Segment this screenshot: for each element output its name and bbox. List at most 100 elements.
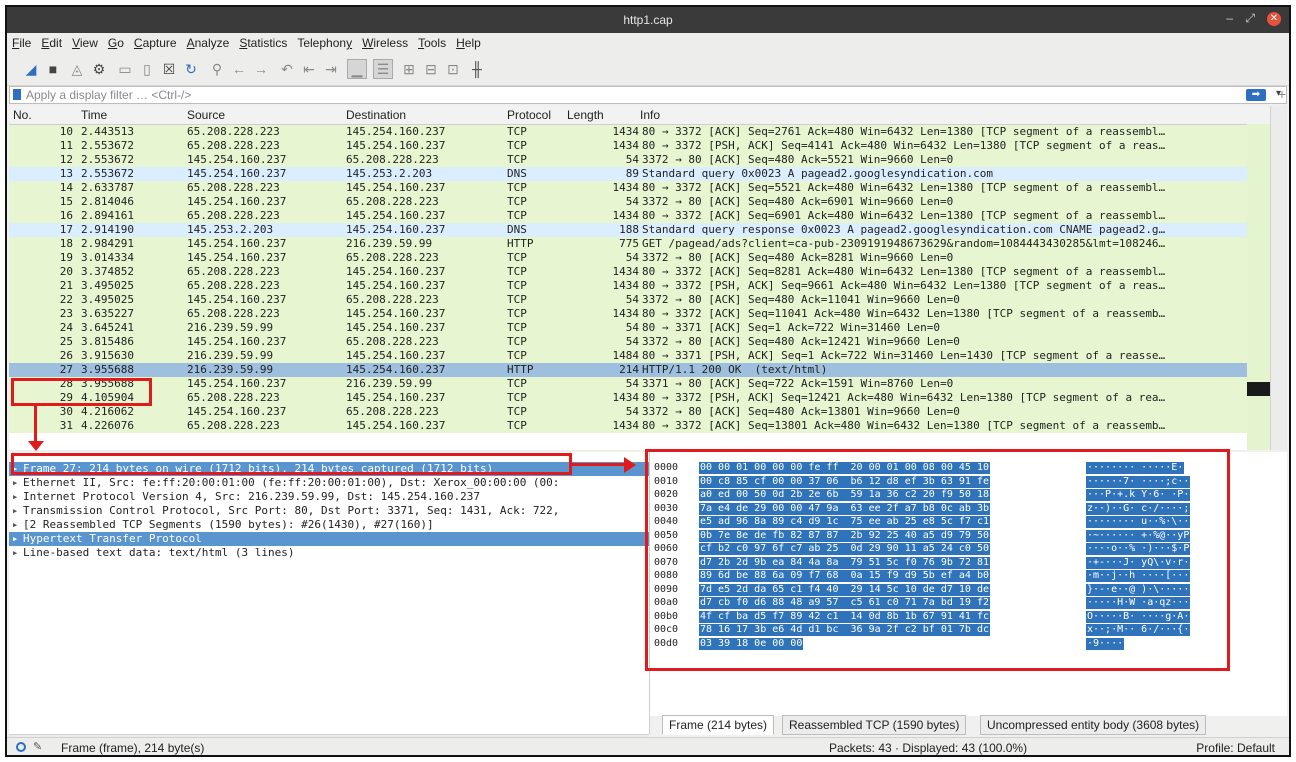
menu-item[interactable]: Edit [36,33,67,50]
display-filter-input[interactable]: Apply a display filter … <Ctrl-/> ➡ ▾ [9,86,1287,104]
edit-comment-icon[interactable]: ✎ [33,740,42,753]
cell-len: 54 [625,153,639,166]
packet-row[interactable]: 15 2.814046 145.254.160.237 65.208.228.223 T… [9,195,1271,209]
last-packet-icon[interactable]: ⇥ [321,59,341,79]
find-icon[interactable]: ⚲ [207,59,227,79]
menu-item[interactable]: Wireless [357,33,413,50]
zoom-out-icon[interactable]: ⊟ [421,59,441,79]
autoscroll-icon[interactable]: ▁ [347,59,367,79]
column-time[interactable]: Time [81,108,107,122]
packet-row[interactable]: 18 2.984291 145.254.160.237 216.239.59.99 HT… [9,237,1271,251]
packet-row[interactable]: 26 3.915630 216.239.59.99 145.254.160.237 TC… [9,349,1271,363]
column-source[interactable]: Source [187,108,225,122]
zoom-in-icon[interactable]: ⊞ [399,59,419,79]
open-file-icon[interactable]: ▭ [115,59,135,79]
close-file-icon[interactable]: ☒ [159,59,179,79]
cell-info: 3372 → 80 [ACK] Seq=480 Ack=8281 Win=966… [642,251,954,264]
packet-list-scrollbar[interactable] [1270,106,1287,450]
profile-label[interactable]: Profile: Default [1196,741,1275,755]
packet-row[interactable]: 31 4.226076 65.208.228.223 145.254.160.237 T… [9,419,1271,433]
packet-row-selected[interactable]: 27 3.955688 216.239.59.99 145.254.160.237 HT… [9,363,1271,377]
detail-tree-item[interactable]: ▶ Line-based text data: text/html (3 line… [9,546,649,560]
column-no[interactable]: No. [13,108,32,122]
colorize-icon[interactable]: ☰ [373,59,393,79]
column-length[interactable]: Length [567,108,604,122]
bookmark-icon[interactable] [13,89,21,100]
cell-dst: 145.254.160.237 [346,349,446,362]
cell-dst: 145.254.160.237 [346,265,446,278]
expand-arrow-icon[interactable]: ▶ [13,504,17,518]
column-destination[interactable]: Destination [346,108,406,122]
packet-row[interactable]: 20 3.374852 65.208.228.223 145.254.160.237 T… [9,265,1271,279]
go-to-packet-icon[interactable]: ↶ [277,59,297,79]
back-icon[interactable]: ← [229,59,249,79]
add-filter-button[interactable]: + [1278,86,1286,102]
menu-item[interactable]: Capture [129,33,182,50]
apply-filter-button[interactable]: ➡ [1246,89,1266,101]
menu-item[interactable]: Tools [413,33,451,50]
packet-row[interactable]: 19 3.014334 145.254.160.237 65.208.228.223 T… [9,251,1271,265]
packet-row[interactable]: 14 2.633787 65.208.228.223 145.254.160.237 T… [9,181,1271,195]
packet-row[interactable]: 13 2.553672 145.254.160.237 145.253.2.203 DN… [9,167,1271,181]
menu-item[interactable]: Help [451,33,486,50]
cell-proto: TCP [507,321,527,334]
menu-item[interactable]: File [7,33,36,50]
expand-arrow-icon[interactable]: ▶ [13,476,17,490]
bytes-tab[interactable]: Frame (214 bytes) [662,715,775,735]
menu-item[interactable]: View [67,33,103,50]
bytes-tab[interactable]: Uncompressed entity body (3608 bytes) [980,715,1207,735]
packet-row[interactable]: 17 2.914190 145.253.2.203 145.254.160.237 DN… [9,223,1271,237]
expand-arrow-icon[interactable]: ▶ [13,546,17,560]
packet-row[interactable]: 29 4.105904 65.208.228.223 145.254.160.237 T… [9,391,1271,405]
close-icon[interactable]: ✕ [1267,12,1281,26]
detail-tree-item[interactable]: ▶ Hypertext Transfer Protocol [9,532,649,546]
minimize-icon[interactable]: – [1226,11,1233,25]
first-packet-icon[interactable]: ⇤ [299,59,319,79]
expand-arrow-icon[interactable]: ▶ [13,490,17,504]
packet-row[interactable]: 16 2.894161 65.208.228.223 145.254.160.237 T… [9,209,1271,223]
packet-row[interactable]: 11 2.553672 65.208.228.223 145.254.160.237 T… [9,139,1271,153]
annotation-arrow-right-head [624,457,636,473]
packet-row[interactable]: 21 3.495025 65.208.228.223 145.254.160.237 T… [9,279,1271,293]
shark-fin-icon[interactable]: ◢ [21,59,41,79]
packet-row[interactable]: 24 3.645241 216.239.59.99 145.254.160.237 TC… [9,321,1271,335]
column-info[interactable]: Info [640,108,660,122]
reload-icon[interactable]: ↻ [181,59,201,79]
save-file-icon[interactable]: ▯ [137,59,157,79]
packet-row[interactable]: 10 2.443513 65.208.228.223 145.254.160.237 T… [9,125,1271,139]
cell-proto: TCP [507,279,527,292]
packet-row[interactable]: 30 4.216062 145.254.160.237 65.208.228.223 T… [9,405,1271,419]
forward-icon[interactable]: → [251,59,271,79]
expert-info-icon[interactable] [16,742,26,752]
packet-row[interactable]: 12 2.553672 145.254.160.237 65.208.228.223 T… [9,153,1271,167]
detail-tree-item[interactable]: ▶ Transmission Control Protocol, Src Port… [9,504,649,518]
packet-minimap[interactable] [1247,124,1271,450]
cell-src: 65.208.228.223 [187,181,280,194]
packet-row[interactable]: 23 3.635227 65.208.228.223 145.254.160.237 T… [9,307,1271,321]
detail-tree-item[interactable]: ▶ Internet Protocol Version 4, Src: 216.2… [9,490,649,504]
restart-icon[interactable]: ◬ [67,59,87,79]
main-toolbar: ◢ ■ ◬ ⚙ ▭ ▯ ☒ ↻ ⚲ ← → ↶ ⇤ ⇥ ▁ ☰ ⊞ ⊟ ⊡ ╫ [7,53,1289,86]
stop-icon[interactable]: ■ [43,59,63,79]
cell-len: 214 [619,363,639,376]
packet-row[interactable]: 22 3.495025 145.254.160.237 65.208.228.223 T… [9,293,1271,307]
normal-size-icon[interactable]: ⊡ [443,59,463,79]
packet-row[interactable]: 25 3.815486 145.254.160.237 65.208.228.223 T… [9,335,1271,349]
packet-row[interactable]: 28 3.955688 145.254.160.237 216.239.59.99 TC… [9,377,1271,391]
detail-tree-item[interactable]: ▶ Ethernet II, Src: fe:ff:20:00:01:00 (fe… [9,476,649,490]
detail-tree-item[interactable]: ▶ [2 Reassembled TCP Segments (1590 bytes… [9,518,649,532]
column-protocol[interactable]: Protocol [507,108,551,122]
resize-columns-icon[interactable]: ╫ [467,59,487,79]
menu-item[interactable]: Go [103,33,129,50]
menu-item[interactable]: Statistics [234,33,292,50]
cell-info: 80 → 3372 [PSH, ACK] Seq=9661 Ack=480 Wi… [642,279,1166,292]
cell-proto: TCP [507,265,527,278]
menu-item[interactable]: Telephony [292,33,357,50]
menu-item[interactable]: Analyze [182,33,235,50]
cell-dst: 145.254.160.237 [346,125,446,138]
maximize-icon[interactable]: ⤢ [1245,11,1255,26]
bytes-tab[interactable]: Reassembled TCP (1590 bytes) [782,715,967,735]
expand-arrow-icon[interactable]: ▶ [13,532,17,546]
options-gear-icon[interactable]: ⚙ [89,59,109,79]
expand-arrow-icon[interactable]: ▶ [13,518,17,532]
